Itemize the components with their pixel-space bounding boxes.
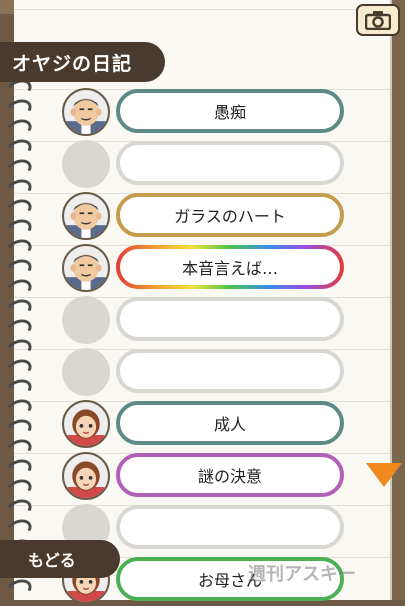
entry-label: 成人 xyxy=(213,415,246,434)
scroll-down-button[interactable] xyxy=(366,463,402,487)
binding-ring xyxy=(3,496,35,522)
entry-label: 謎の決意 xyxy=(197,467,262,486)
locked-entry[interactable] xyxy=(116,505,344,549)
binding-ring xyxy=(3,576,35,602)
binding-ring xyxy=(3,316,35,342)
binding-ring xyxy=(3,256,35,282)
camera-button[interactable] xyxy=(356,4,400,36)
back-button-label: もどる xyxy=(28,551,76,570)
binding-ring xyxy=(3,396,35,422)
binding-ring xyxy=(3,196,35,222)
binding-ring xyxy=(3,216,35,242)
avatar-placeholder xyxy=(62,296,110,344)
diary-entry[interactable]: ガラスのハート xyxy=(60,192,350,242)
entry-button[interactable]: 謎の決意 xyxy=(116,453,344,497)
binding-ring xyxy=(3,476,35,502)
spiral-binding xyxy=(0,56,35,602)
binding-ring xyxy=(3,176,35,202)
avatar-placeholder xyxy=(62,348,110,396)
entry-label: ガラスのハート xyxy=(174,207,286,226)
binding-ring xyxy=(3,376,35,402)
binding-ring xyxy=(3,236,35,262)
locked-entry[interactable] xyxy=(116,349,344,393)
binding-ring xyxy=(3,136,35,162)
entry-button[interactable]: ガラスのハート xyxy=(116,193,344,237)
binding-ring xyxy=(3,436,35,462)
entry-button[interactable]: 成人 xyxy=(116,401,344,445)
diary-entry[interactable]: 愚痴 xyxy=(60,88,350,138)
avatar xyxy=(62,452,110,500)
binding-ring xyxy=(3,336,35,362)
binding-ring xyxy=(3,116,35,142)
diary-entry[interactable] xyxy=(60,296,350,346)
binding-ring xyxy=(3,456,35,482)
entry-label: 愚痴 xyxy=(213,103,246,122)
diary-entry[interactable]: 成人 xyxy=(60,400,350,450)
entry-button[interactable]: 本音言えば… xyxy=(116,245,344,289)
locked-entry[interactable] xyxy=(116,141,344,185)
binding-ring xyxy=(3,516,35,542)
right-wood-strip xyxy=(390,0,405,600)
entry-button[interactable]: 愚痴 xyxy=(116,89,344,133)
watermark: 週刊アスキー xyxy=(248,564,356,585)
avatar xyxy=(62,88,110,136)
binding-ring xyxy=(3,416,35,442)
diary-entry[interactable]: 本音言えば… xyxy=(60,244,350,294)
avatar xyxy=(62,400,110,448)
diary-entry[interactable]: 謎の決意 xyxy=(60,452,350,502)
camera-icon xyxy=(365,11,391,30)
diary-entry[interactable] xyxy=(60,348,350,398)
locked-entry[interactable] xyxy=(116,297,344,341)
avatar xyxy=(62,192,110,240)
binding-ring xyxy=(3,296,35,322)
back-button[interactable]: もどる xyxy=(0,540,120,578)
binding-ring xyxy=(3,156,35,182)
diary-entry[interactable] xyxy=(60,140,350,190)
avatar-placeholder xyxy=(62,140,110,188)
page-title-text: オヤジの日記 xyxy=(12,52,133,75)
page-title: オヤジの日記 xyxy=(0,42,165,82)
avatar xyxy=(62,244,110,292)
binding-ring xyxy=(3,276,35,302)
binding-ring xyxy=(3,356,35,382)
entry-label: 本音言えば… xyxy=(181,259,278,278)
binding-ring xyxy=(3,96,35,122)
